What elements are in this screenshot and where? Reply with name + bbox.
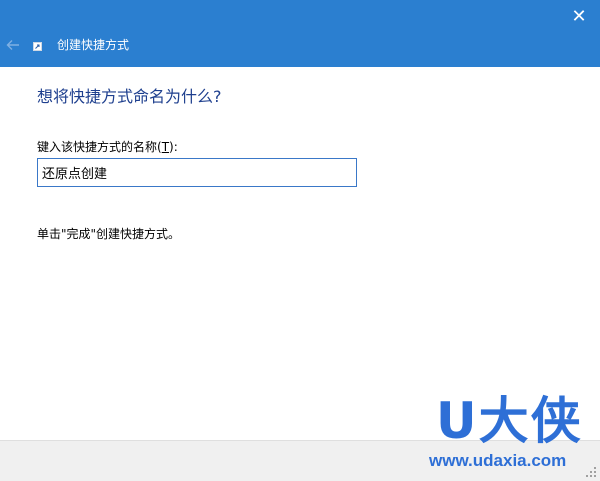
shortcut-icon (33, 42, 42, 51)
mnemonic-close: ): (169, 140, 178, 154)
title-bar: ✕ 创建快捷方式 (0, 0, 600, 67)
mnemonic-key: T (161, 140, 170, 154)
back-arrow-icon (6, 40, 19, 50)
name-field-label-text: 键入该快捷方式的名称 (37, 140, 158, 154)
window-title: 创建快捷方式 (57, 38, 130, 52)
watermark-brand: U大侠 (436, 392, 583, 450)
page-title: 想将快捷方式命名为什么? (37, 87, 222, 106)
shortcut-name-input[interactable] (37, 158, 357, 187)
finish-hint: 单击"完成"创建快捷方式。 (37, 227, 181, 241)
name-field-label: 键入该快捷方式的名称(T): (37, 139, 178, 155)
close-icon: ✕ (571, 6, 587, 27)
watermark-url: www.udaxia.com (429, 451, 567, 470)
site-watermark: U大侠 www.udaxia.com (427, 393, 597, 477)
close-button[interactable]: ✕ (566, 4, 592, 30)
back-button[interactable] (4, 36, 22, 54)
